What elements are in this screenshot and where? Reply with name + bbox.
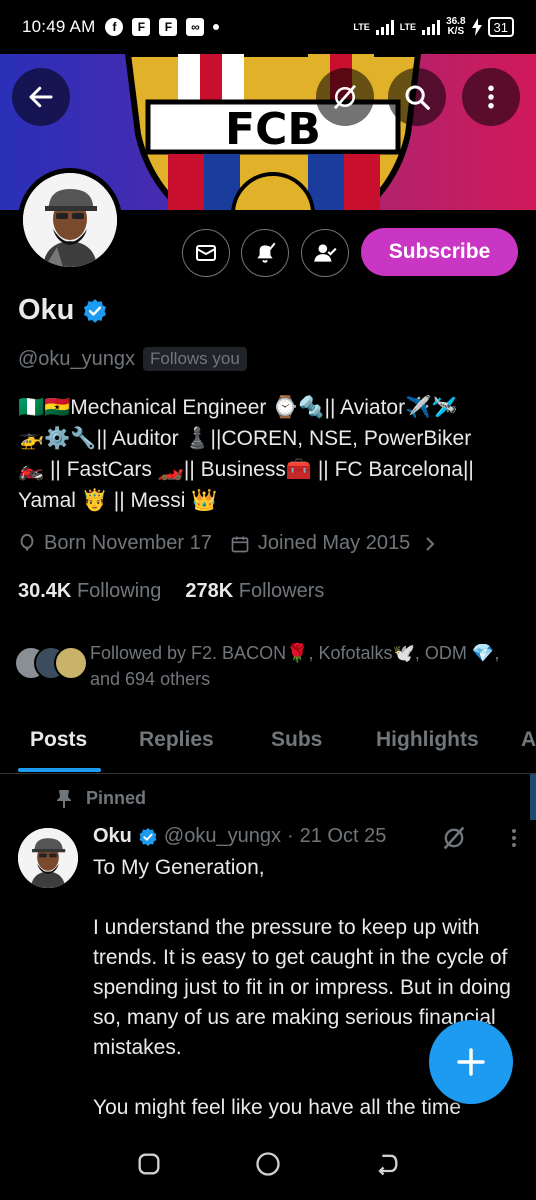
notifications-button[interactable] — [241, 229, 289, 277]
recents-icon[interactable] — [135, 1150, 163, 1178]
subscribe-button[interactable]: Subscribe — [361, 228, 518, 276]
grok-button[interactable] — [316, 68, 374, 126]
post-separator: · — [286, 825, 294, 847]
following-button[interactable] — [301, 229, 349, 277]
infinity-icon: ∞ — [186, 18, 205, 36]
avatar-illustration — [23, 173, 117, 267]
tab-articles[interactable]: A — [521, 728, 536, 752]
post-paragraph: To My Generation, — [93, 856, 265, 879]
avatar-illustration — [18, 828, 78, 888]
system-indicators: LTE LTE 36.8 K/S 31 — [353, 17, 514, 37]
bell-check-icon — [257, 242, 276, 263]
follow-counts: 30.4K Following 278K Followers — [18, 580, 324, 603]
active-tab-indicator — [18, 768, 101, 772]
mail-icon — [196, 245, 216, 261]
flipboard-icon: F — [132, 18, 151, 36]
arrow-left-icon — [29, 86, 53, 108]
network-type-label: LTE — [399, 21, 417, 32]
tab-subs[interactable]: Subs — [271, 728, 322, 752]
grok-icon[interactable] — [440, 824, 468, 852]
chevron-right-icon — [426, 536, 435, 551]
system-navigation-bar — [0, 1128, 536, 1200]
verified-badge-icon — [139, 827, 157, 846]
followers-link[interactable]: 278K Followers — [185, 580, 324, 603]
pin-icon — [57, 789, 71, 808]
pinned-label: Pinned — [86, 788, 147, 808]
back-button[interactable] — [12, 68, 70, 126]
message-button[interactable] — [182, 229, 230, 277]
back-icon[interactable] — [373, 1150, 401, 1178]
following-link[interactable]: 30.4K Following — [18, 580, 161, 603]
fc-barcelona-crest: FCB — [124, 54, 422, 210]
profile-meta[interactable]: Born November 17 Joined May 2015 — [18, 532, 438, 555]
flipboard-icon: F — [159, 18, 178, 36]
verified-badge-icon[interactable] — [82, 298, 108, 324]
post-actions — [440, 824, 520, 852]
following-count: 30.4K — [18, 580, 72, 602]
facebook-icon: f — [105, 18, 124, 36]
followed-by-avatars — [14, 646, 88, 680]
crest-text: FCB — [225, 104, 321, 155]
tab-posts[interactable]: Posts — [30, 728, 87, 752]
home-icon[interactable] — [254, 1150, 282, 1178]
profile-tabs: Posts Replies Subs Highlights A — [0, 712, 536, 774]
more-vertical-icon — [488, 85, 494, 109]
tab-replies[interactable]: Replies — [139, 728, 214, 752]
bio-line: 🇳🇬🇬🇭Mechanical Engineer ⌚🔩|| Aviator✈️🛩️ — [18, 396, 458, 419]
notification-icons: f F F ∞ — [105, 18, 220, 36]
network-speed: 36.8 K/S — [446, 16, 466, 37]
bio-line: Yamal 🤴 || Messi 👑 — [18, 489, 218, 512]
battery-indicator: 31 — [487, 17, 514, 37]
profile-name: Oku — [18, 294, 75, 326]
profile-handle: @oku_yungx — [18, 347, 136, 370]
search-icon — [405, 85, 430, 110]
plus-icon — [457, 1048, 485, 1076]
followed-by[interactable]: Followed by F2. BACON🌹, Kofotalks🕊️, ODM… — [14, 640, 510, 692]
calendar-icon — [231, 536, 249, 552]
grok-icon — [333, 84, 357, 110]
clock: 10:49 AM — [22, 17, 96, 36]
followers-count: 278K — [185, 580, 234, 602]
bio-line: 🚁⚙️🔧|| Auditor ♟️||COREN, NSE, PowerBike… — [18, 427, 472, 450]
network-type-label: LTE — [353, 21, 370, 32]
following-label: Following — [76, 580, 162, 602]
more-button[interactable] — [462, 68, 520, 126]
more-notifications-dot — [213, 24, 220, 30]
post-header: Oku @oku_yungx · 21 Oct 25 — [93, 825, 386, 848]
user-check-icon — [314, 244, 337, 262]
post-author-handle: @oku_yungx — [163, 825, 281, 847]
post-author-name[interactable]: Oku — [93, 825, 132, 848]
post-author-avatar[interactable] — [18, 828, 78, 888]
profile-bio: 🇳🇬🇬🇭Mechanical Engineer ⌚🔩|| Aviator✈️🛩️… — [18, 392, 518, 516]
profile-handle-row: @oku_yungx Follows you — [18, 347, 247, 371]
joined-text: Joined May 2015 — [257, 532, 411, 554]
tab-highlights[interactable]: Highlights — [376, 728, 479, 752]
status-bar: 10:49 AM f F F ∞ LTE LTE 36.8 K/S 31 — [0, 0, 536, 54]
post-date: 21 Oct 25 — [299, 825, 387, 847]
scrollbar[interactable] — [530, 774, 536, 820]
search-button[interactable] — [388, 68, 446, 126]
pinned-label-row: Pinned — [56, 788, 146, 809]
compose-post-button[interactable] — [429, 1020, 513, 1104]
bio-line: 🏍️ || FastCars 🏎️|| Business🧰 || FC Barc… — [18, 458, 474, 481]
birthday-text: Born November 17 — [44, 532, 212, 554]
charging-icon — [471, 18, 482, 36]
followed-by-text: Followed by F2. BACON🌹, Kofotalks🕊️, ODM… — [90, 643, 500, 689]
post-text[interactable]: To My Generation, I understand the press… — [93, 853, 523, 1153]
signal-icon — [375, 19, 394, 35]
avatar — [54, 646, 88, 680]
profile-name-row: Oku — [18, 294, 108, 327]
more-vertical-icon[interactable] — [508, 826, 520, 850]
follows-you-badge: Follows you — [143, 347, 247, 371]
profile-avatar[interactable] — [18, 168, 122, 272]
followers-label: Followers — [238, 580, 325, 602]
balloon-icon — [20, 533, 34, 551]
signal-icon — [422, 19, 441, 35]
